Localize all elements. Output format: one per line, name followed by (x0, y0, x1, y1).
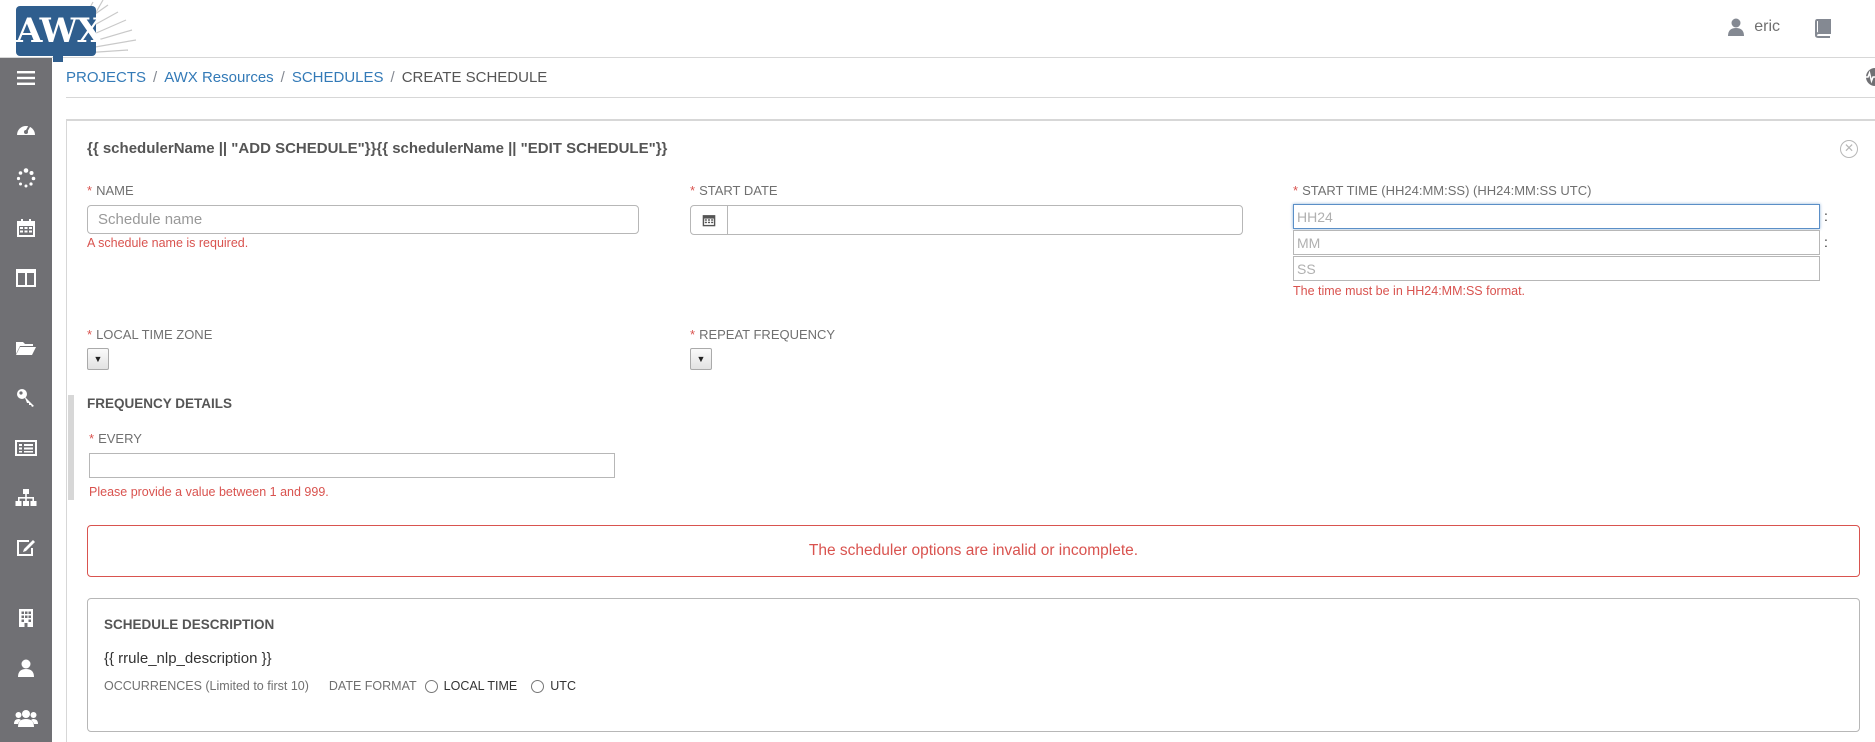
occurrences-row: OCCURRENCES (Limited to first 10) DATE F… (104, 679, 590, 693)
validation-alert: The scheduler options are invalid or inc… (87, 525, 1860, 577)
close-icon[interactable]: ✕ (1840, 140, 1858, 158)
every-input[interactable] (89, 453, 615, 478)
sidebar (0, 58, 52, 742)
folder-icon[interactable] (0, 328, 52, 368)
date-format-label: DATE FORMAT (328, 679, 417, 693)
start-date-input[interactable] (727, 205, 1243, 235)
alert-message: The scheduler options are invalid or inc… (808, 542, 1139, 559)
time-colon: : (1824, 234, 1828, 250)
local-time-label[interactable]: LOCAL TIME (444, 679, 518, 693)
description-title: SCHEDULE DESCRIPTION (104, 617, 275, 632)
breadcrumb-current: CREATE SCHEDULE (401, 69, 548, 86)
calendar-icon (702, 215, 716, 227)
start-date-label: * START DATE (690, 183, 778, 198)
dashboard-icon[interactable] (0, 108, 52, 148)
calendar-button[interactable] (690, 205, 728, 235)
timezone-select[interactable]: ▼ (87, 348, 109, 370)
timezone-label: * LOCAL TIME ZONE (87, 327, 213, 342)
breadcrumb: PROJECTS / AWX Resources / SCHEDULES / C… (66, 58, 1875, 98)
awx-logo[interactable]: AWX (0, 0, 150, 62)
logo-text: AWX (16, 6, 103, 56)
breadcrumb-separator: / (280, 69, 285, 86)
building-icon[interactable] (0, 598, 52, 638)
breadcrumb-awx-resources[interactable]: AWX Resources (164, 69, 273, 86)
rrule-description: {{ rrule_nlp_description }} (104, 650, 272, 667)
minute-input[interactable] (1293, 230, 1820, 255)
name-label: * NAME (87, 183, 134, 198)
schedule-description-box: SCHEDULE DESCRIPTION {{ rrule_nlp_descri… (87, 598, 1860, 732)
hamburger-icon[interactable] (0, 58, 52, 98)
key-icon[interactable] (0, 378, 52, 418)
user-icon (1728, 18, 1745, 36)
breadcrumb-projects[interactable]: PROJECTS (66, 69, 146, 86)
book-icon[interactable] (1813, 18, 1833, 41)
logo-stand (53, 56, 63, 62)
second-input[interactable] (1293, 256, 1820, 281)
every-error: Please provide a value between 1 and 999… (89, 485, 329, 499)
breadcrumb-separator: / (153, 69, 158, 86)
utc-label[interactable]: UTC (550, 679, 576, 693)
users-icon[interactable] (0, 698, 52, 738)
every-label: * EVERY (89, 431, 142, 446)
edit-icon[interactable] (0, 528, 52, 568)
panel-title: {{ schedulerName || "ADD SCHEDULE"}}{{ s… (87, 140, 668, 157)
name-error: A schedule name is required. (87, 236, 249, 250)
name-input[interactable] (87, 205, 639, 234)
time-colon: : (1824, 208, 1828, 224)
repeat-frequency-label: * REPEAT FREQUENCY (690, 327, 836, 342)
utc-radio[interactable] (531, 679, 545, 693)
user-menu[interactable]: eric (1728, 18, 1780, 36)
local-time-radio[interactable] (424, 679, 438, 693)
breadcrumb-separator: / (390, 69, 395, 86)
occurrences-label: OCCURRENCES (Limited to first 10) (104, 679, 309, 693)
repeat-frequency-select[interactable]: ▼ (690, 348, 712, 370)
top-navbar: AWX eric (0, 0, 1875, 62)
frequency-details-title: FREQUENCY DETAILS (87, 396, 233, 411)
activity-stream-icon[interactable] (1857, 68, 1875, 90)
columns-icon[interactable] (0, 258, 52, 298)
username: eric (1754, 18, 1780, 35)
spinner-icon[interactable] (0, 158, 52, 198)
calendar-icon[interactable] (0, 208, 52, 248)
breadcrumb-schedules[interactable]: SCHEDULES (292, 69, 384, 86)
start-time-label: * START TIME (HH24:MM:SS) (HH24:MM:SS UTC… (1293, 183, 1592, 198)
sitemap-icon[interactable] (0, 478, 52, 518)
user-icon[interactable] (0, 648, 52, 688)
hour-input[interactable] (1293, 204, 1820, 229)
time-error: The time must be in HH24:MM:SS format. (1293, 284, 1526, 298)
list-icon[interactable] (0, 428, 52, 468)
